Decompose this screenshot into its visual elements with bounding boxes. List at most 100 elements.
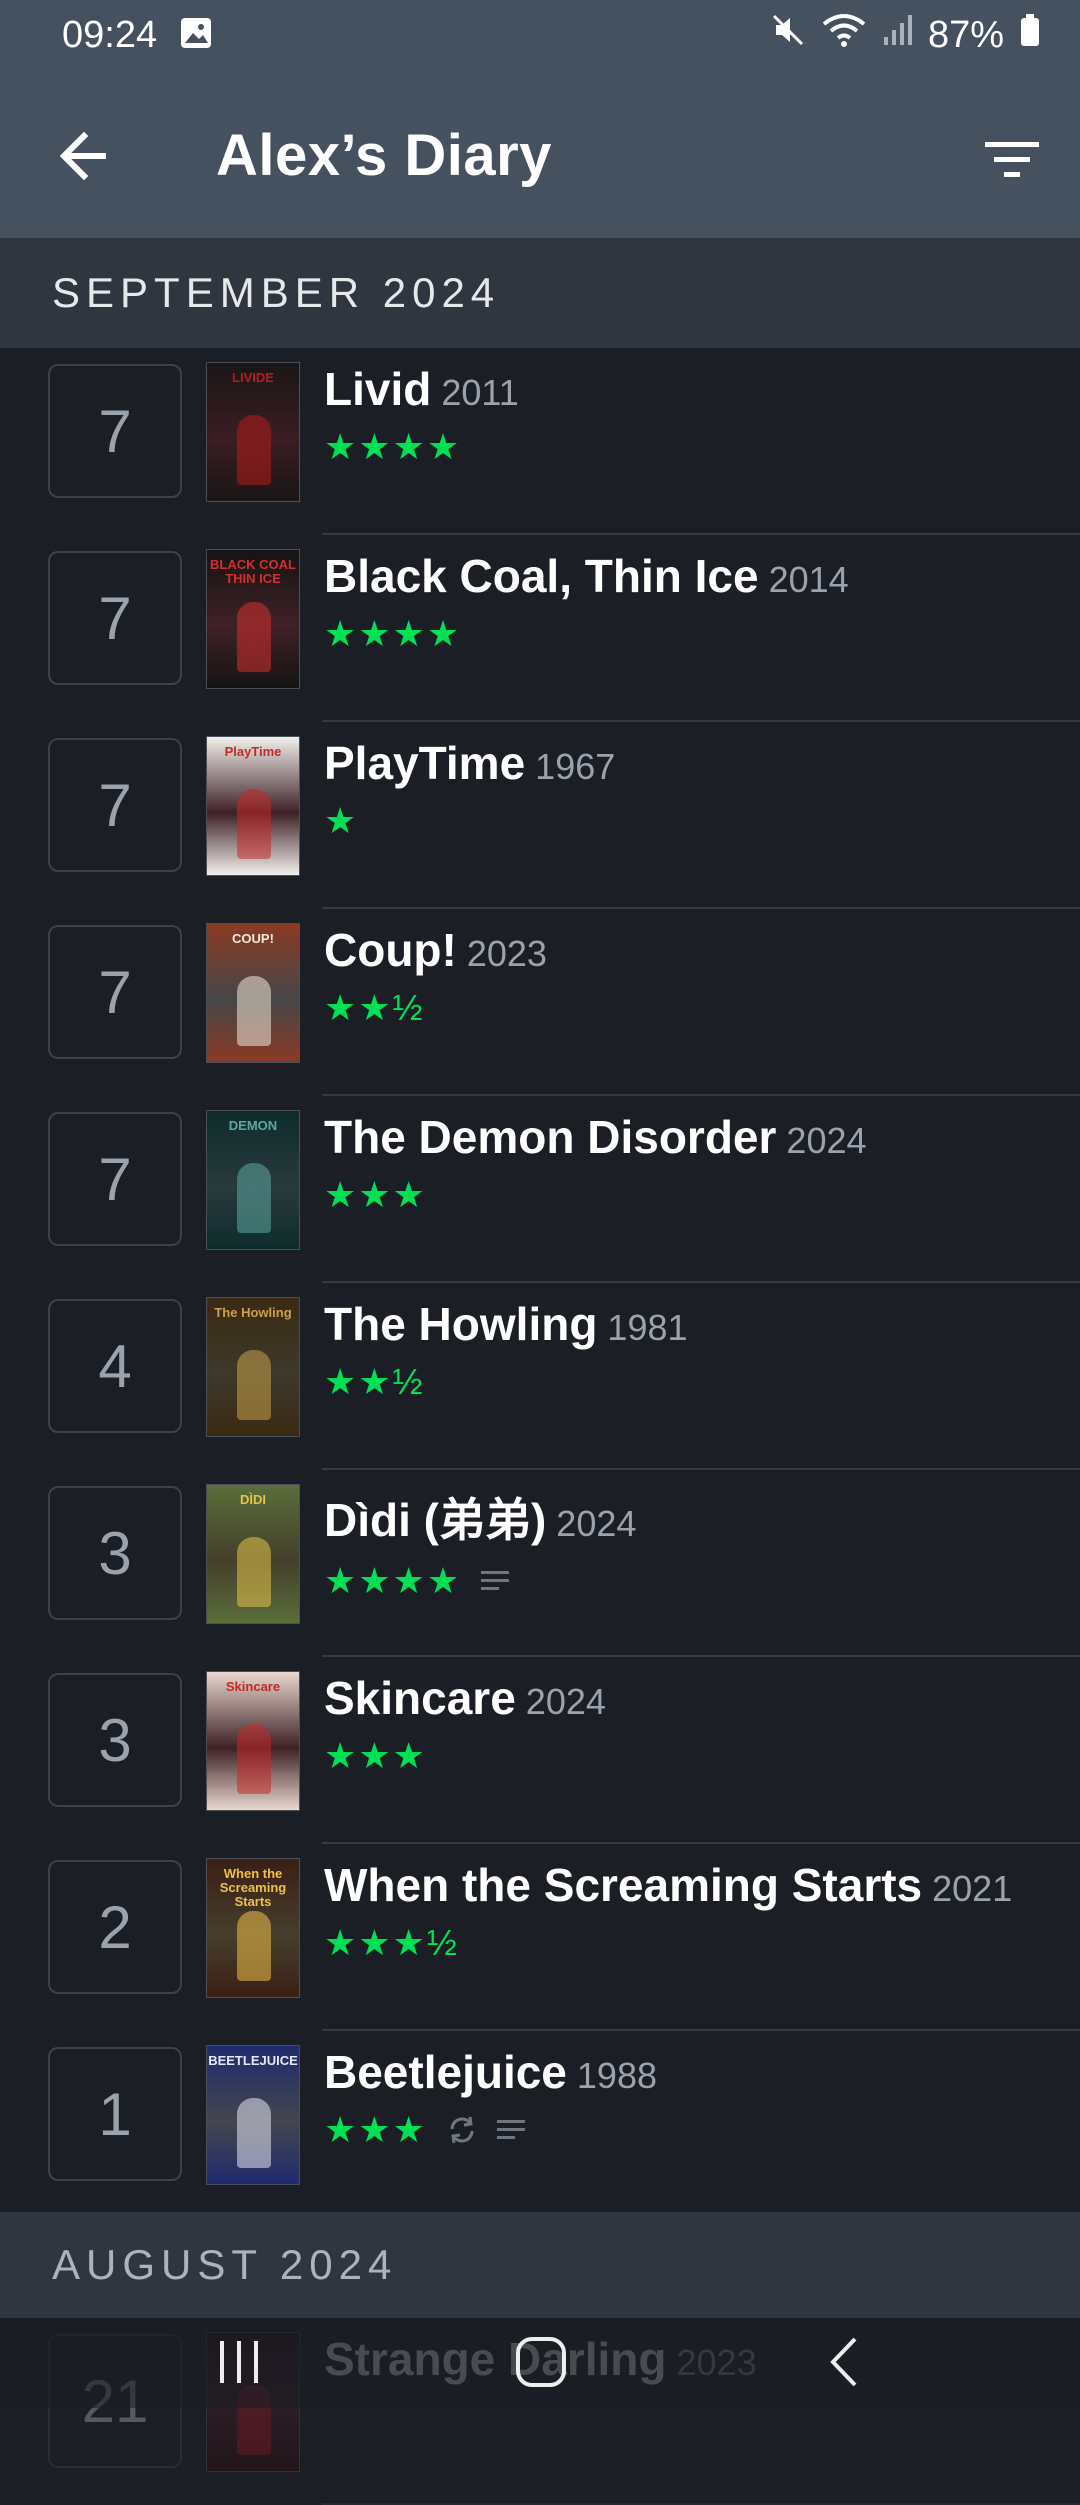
poster-figure: [237, 415, 271, 485]
entry-day: 3: [48, 1486, 182, 1620]
system-nav-bar: [0, 2318, 1080, 2408]
rewatch-icon: [447, 2115, 477, 2145]
diary-entry[interactable]: 7 COUP! Coup! 2023 ★★½: [0, 909, 1080, 1096]
entry-day: 7: [48, 364, 182, 498]
movie-poster[interactable]: When the Screaming Starts: [206, 1858, 300, 1998]
diary-entry[interactable]: 1 BEETLEJUICE Beetlejuice 1988 ★★★: [0, 2031, 1080, 2218]
poster-title-text: When the Screaming Starts: [219, 1866, 287, 1909]
diary-entry[interactable]: 3 DÌDI Dìdi (弟弟) 2024 ★★★★: [0, 1470, 1080, 1657]
movie-title: Dìdi (弟弟): [324, 1494, 547, 1546]
diary-entry[interactable]: 7 BLACK COAL THIN ICE Black Coal, Thin Ice…: [0, 535, 1080, 722]
star-rating: ★★★★: [324, 426, 462, 467]
signal-icon: [882, 13, 912, 57]
back-icon: [830, 2337, 857, 2387]
rating-line: ★★½: [324, 1361, 688, 1403]
movie-year: 2014: [768, 559, 849, 600]
star-rating: ★★★★: [324, 1560, 462, 1601]
diary-entry[interactable]: 7 DEMON The Demon Disorder 2024 ★★★: [0, 1096, 1080, 1283]
star-rating: ★★★½: [324, 1922, 459, 1963]
star-rating: ★★★: [324, 1174, 427, 1215]
rating-line: ★★★★: [324, 1560, 636, 1602]
recents-button[interactable]: [194, 2332, 284, 2392]
poster-title-text: COUP!: [232, 931, 274, 946]
rating-line: ★★★: [324, 1174, 867, 1216]
movie-poster[interactable]: DEMON: [206, 1110, 300, 1250]
poster-title-text: PlayTime: [224, 744, 282, 759]
filter-icon: [985, 142, 1039, 177]
recents-icon: [220, 2341, 258, 2383]
entry-day: 3: [48, 1673, 182, 1807]
entry-info: Coup! 2023 ★★½: [324, 923, 547, 1029]
nav-back-button[interactable]: [800, 2332, 890, 2392]
movie-year: 2011: [441, 372, 519, 413]
diary-entry[interactable]: 4 The Howling The Howling 1981 ★★½: [0, 1283, 1080, 1470]
movie-title: Livid: [324, 363, 432, 415]
rating-line: ★★½: [324, 987, 547, 1029]
home-button[interactable]: [496, 2332, 586, 2392]
diary-entry[interactable]: 3 Skincare Skincare 2024 ★★★: [0, 1657, 1080, 1844]
movie-poster[interactable]: BEETLEJUICE: [206, 2045, 300, 2185]
movie-poster[interactable]: BLACK COAL THIN ICE: [206, 549, 300, 689]
movie-title: Skincare: [324, 1672, 516, 1724]
entry-info: The Demon Disorder 2024 ★★★: [324, 1110, 867, 1216]
movie-title: When the Screaming Starts: [324, 1859, 923, 1911]
filter-button[interactable]: [982, 130, 1042, 190]
diary-entry[interactable]: 2 When the Screaming Starts When the Screa…: [0, 1844, 1080, 2031]
battery-icon: [1020, 13, 1040, 57]
title-line: Black Coal, Thin Ice 2014: [324, 549, 849, 603]
title-line: Beetlejuice 1988: [324, 2045, 657, 2099]
star-rating: ★★★: [324, 2109, 427, 2150]
section-header-september: SEPTEMBER 2024: [0, 238, 1080, 348]
review-icon: [481, 1569, 510, 1593]
entry-info: Skincare 2024 ★★★: [324, 1671, 606, 1777]
movie-title: The Demon Disorder: [324, 1111, 777, 1163]
rating-line: ★: [324, 800, 615, 842]
star-rating: ★★★★: [324, 613, 462, 654]
star-rating: ★: [324, 800, 359, 841]
title-line: PlayTime 1967: [324, 736, 615, 790]
diary-entry[interactable]: 7 PlayTime PlayTime 1967 ★: [0, 722, 1080, 909]
rating-line: ★★★★: [324, 613, 849, 655]
entry-info: Black Coal, Thin Ice 2014 ★★★★: [324, 549, 849, 655]
title-line: The Demon Disorder 2024: [324, 1110, 867, 1164]
movie-poster[interactable]: PlayTime: [206, 736, 300, 876]
home-icon: [516, 2337, 566, 2387]
movie-title: The Howling: [324, 1298, 598, 1350]
entry-day: 1: [48, 2047, 182, 2181]
diary-entry[interactable]: 7 LIVIDE Livid 2011 ★★★★: [0, 348, 1080, 535]
entry-day: 7: [48, 738, 182, 872]
entry-info: Livid 2011 ★★★★: [324, 362, 519, 468]
poster-figure: [237, 789, 271, 859]
poster-figure: [237, 1911, 271, 1981]
movie-year: 2024: [786, 1120, 867, 1161]
movie-poster[interactable]: Skincare: [206, 1671, 300, 1811]
poster-figure: [237, 1163, 271, 1233]
poster-figure: [237, 1537, 271, 1607]
poster-title-text: The Howling: [214, 1305, 292, 1320]
month-label: SEPTEMBER 2024: [52, 269, 501, 316]
poster-figure: [237, 602, 271, 672]
title-line: Livid 2011: [324, 362, 519, 416]
title-line: When the Screaming Starts 2021: [324, 1858, 1012, 1912]
movie-title: Coup!: [324, 924, 457, 976]
star-rating: ★★½: [324, 987, 425, 1028]
entry-day: 7: [48, 551, 182, 685]
gallery-icon: [179, 16, 213, 55]
back-button[interactable]: [52, 126, 112, 186]
entry-day: 7: [48, 925, 182, 1059]
poster-title-text: Skincare: [225, 1679, 281, 1694]
movie-title: Beetlejuice: [324, 2046, 567, 2098]
movie-poster[interactable]: The Howling: [206, 1297, 300, 1437]
battery-text: 87%: [927, 13, 1004, 56]
movie-poster[interactable]: DÌDI: [206, 1484, 300, 1624]
poster-figure: [237, 2098, 271, 2168]
movie-year: 2023: [466, 933, 547, 974]
month-label: AUGUST 2024: [52, 2241, 398, 2288]
poster-figure: [237, 1724, 271, 1794]
wifi-icon: [822, 12, 866, 58]
movie-title: PlayTime: [324, 737, 526, 789]
poster-figure: [237, 1350, 271, 1420]
movie-poster[interactable]: LIVIDE: [206, 362, 300, 502]
movie-poster[interactable]: COUP!: [206, 923, 300, 1063]
status-bar: 09:24 87%: [0, 0, 1080, 70]
